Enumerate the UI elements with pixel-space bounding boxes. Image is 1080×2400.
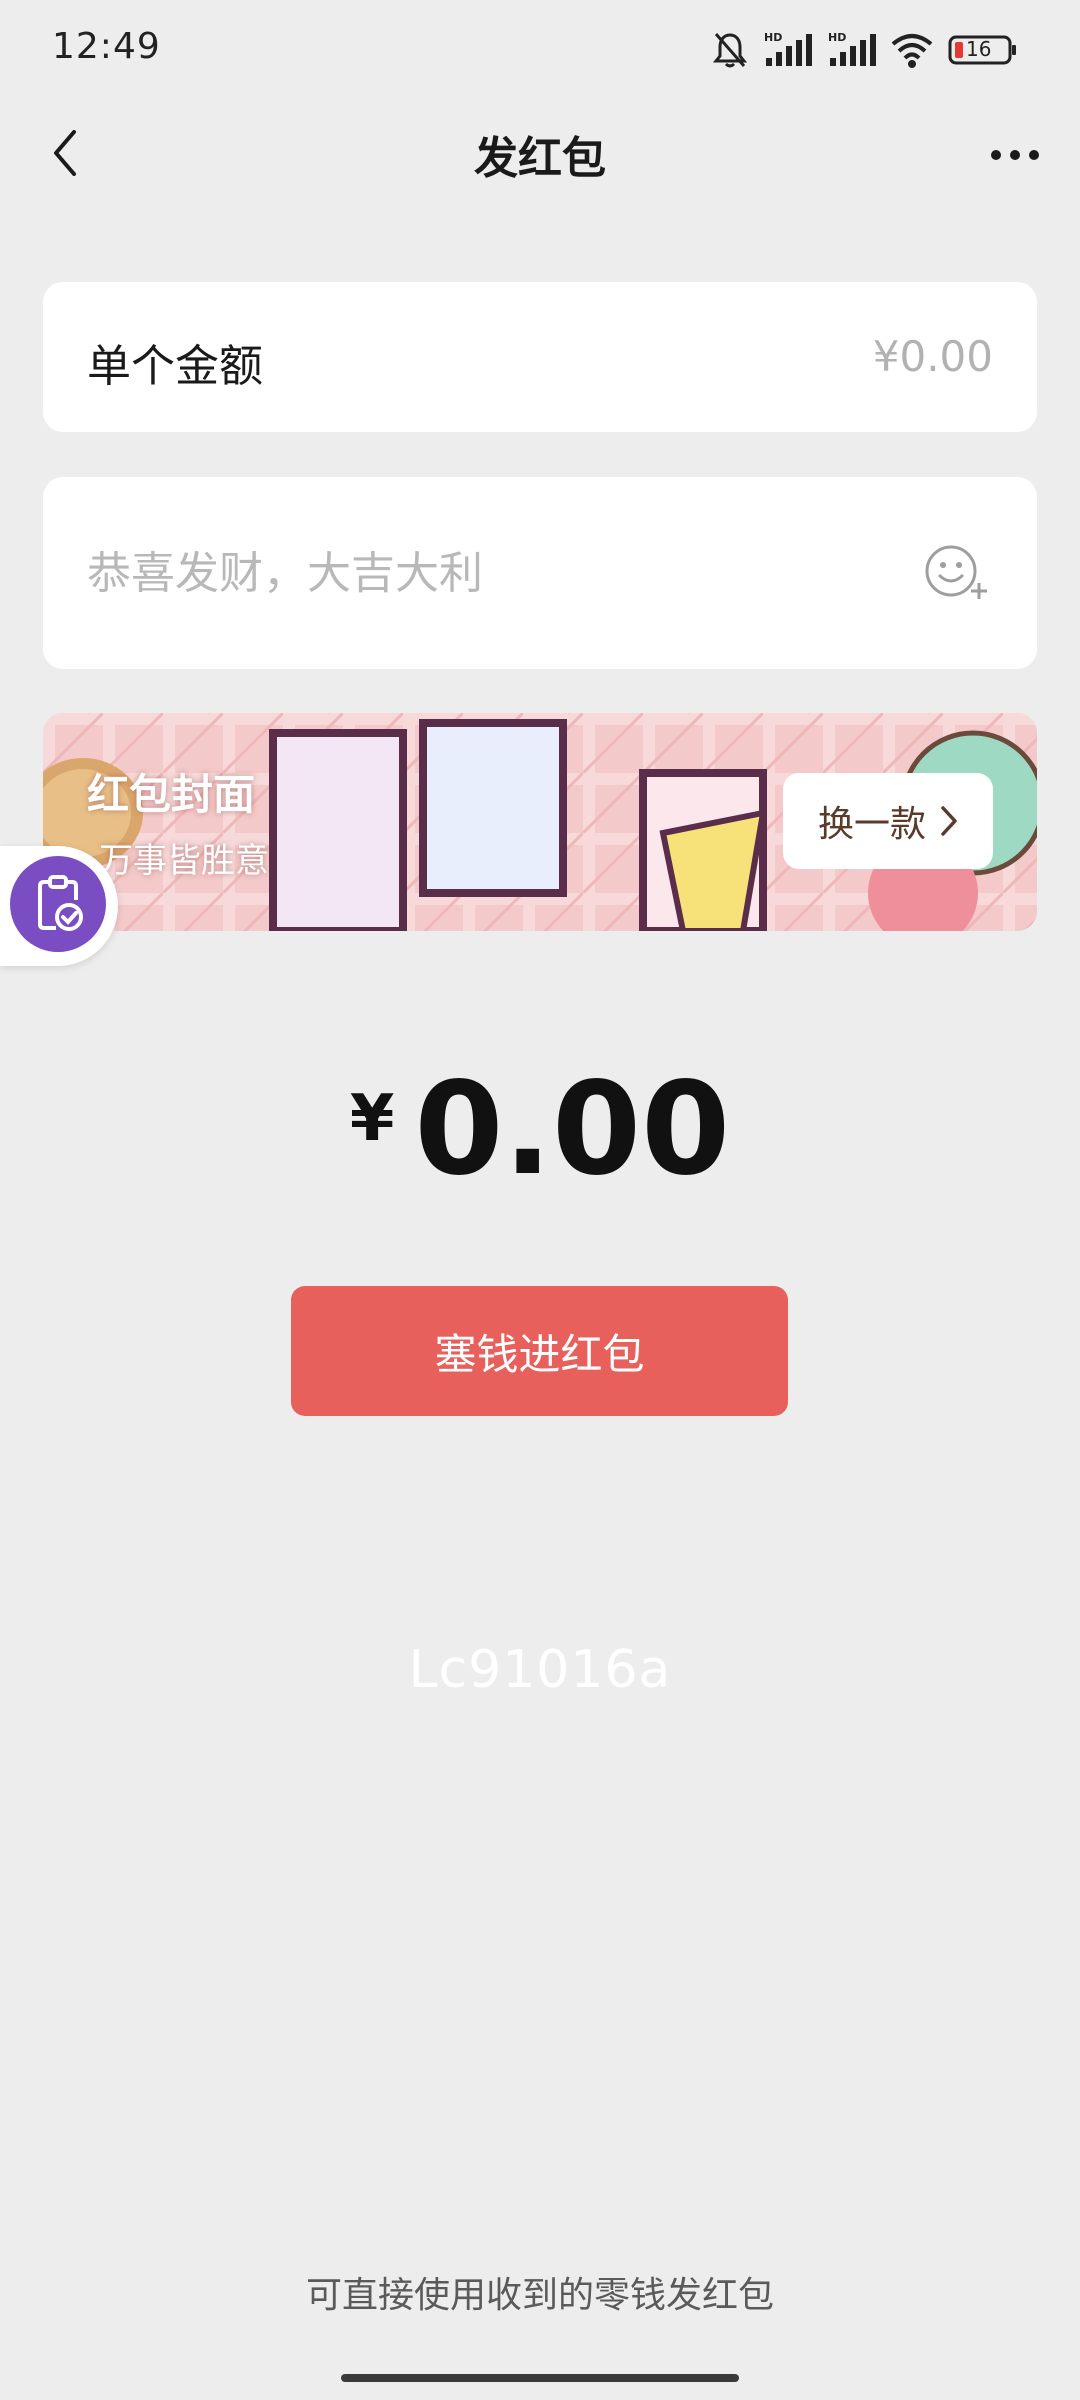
clipboard-check-icon [38,875,83,931]
hd-signal-icon: HD [826,30,876,70]
cover-title: 红包封面 [87,770,256,819]
message-card [43,477,1037,669]
blessing-input[interactable] [87,543,887,603]
cover-banner[interactable]: 红包封面 万事皆胜意 换一款 [43,713,1037,931]
total-amount: ¥ 0.00 [0,1055,1080,1204]
float-circle [10,856,106,952]
emoji-add-icon [925,545,987,599]
floating-tool-button[interactable] [0,846,118,966]
page-title: 发红包 [474,133,606,184]
more-dots-icon [991,150,1001,160]
watermark-text: Lc91016a [408,1640,672,1700]
status-time: 12:49 [52,26,161,67]
put-money-button[interactable]: 塞钱进红包 [291,1286,788,1416]
chevron-right-icon [941,806,957,836]
cover-subtitle: 万事皆胜意 [99,841,269,881]
change-cover-button[interactable]: 换一款 [783,773,993,869]
change-cover-label: 换一款 [817,804,926,845]
mute-bell-icon [712,30,748,70]
currency-symbol: ¥ [349,1082,395,1156]
wifi-icon [890,30,934,70]
amount-card[interactable]: 单个金额 ¥0.00 [43,282,1037,432]
svg-text:HD: HD [764,31,782,44]
more-button[interactable] [980,120,1050,190]
battery-icon: 16 [948,33,1018,67]
hd-signal-icon: HD [762,30,812,70]
home-indicator[interactable] [341,2374,739,2382]
emoji-button[interactable] [923,543,993,603]
status-bar: 12:49 HD HD 16 [0,0,1080,100]
svg-text:HD: HD [828,31,846,44]
status-icons: HD HD 16 [712,30,1018,70]
battery-level: 16 [966,37,992,61]
amount-label: 单个金额 [87,341,263,392]
total-value: 0.00 [414,1055,731,1204]
footer-note: 可直接使用收到的零钱发红包 [305,2275,774,2316]
amount-input[interactable]: ¥0.00 [873,332,993,381]
